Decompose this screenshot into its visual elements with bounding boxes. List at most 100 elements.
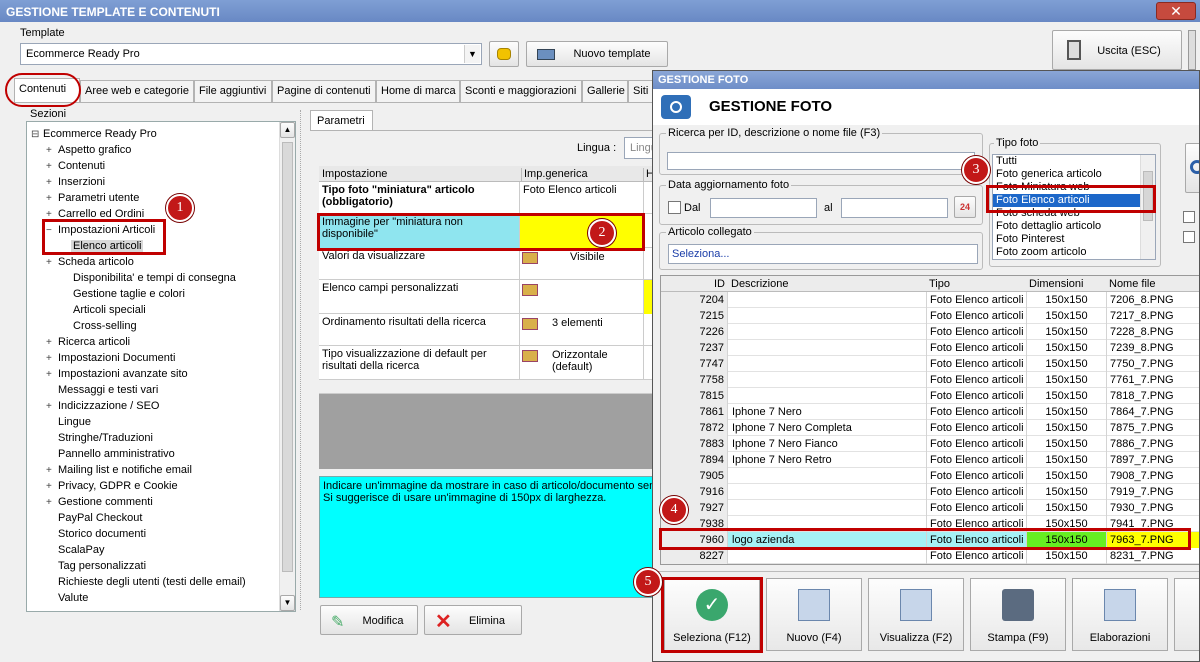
tab-2[interactable]: File aggiuntivi [194, 80, 272, 102]
foto-button-1[interactable]: Nuovo (F4) [766, 578, 862, 651]
sections-tree[interactable]: ⊟ Ecommerce Ready Pro + Aspetto grafico + Con… [26, 121, 296, 612]
tree-item[interactable]: ⊟ Ecommerce Ready Pro [31, 126, 279, 142]
template-combo[interactable]: Ecommerce Ready Pro ▼ [20, 43, 482, 65]
scroll-up-icon[interactable]: ▲ [280, 122, 295, 138]
param-row[interactable]: Ordinamento risultati della ricerca 3 ele… [319, 314, 655, 346]
scroll-down-icon[interactable]: ▼ [280, 595, 295, 611]
tab-4[interactable]: Home di marca [376, 80, 460, 102]
expand-icon[interactable]: + [46, 479, 56, 495]
param-value[interactable]: 3 elementi [519, 314, 643, 346]
foto-button-5[interactable]: Usc [1174, 578, 1199, 651]
tree-item[interactable]: ScalaPay [31, 542, 279, 558]
exit-button[interactable]: Uscita (ESC) [1052, 30, 1182, 70]
foto-row[interactable]: 7916 Foto Elenco articoli 150x150 7919_7.PN… [661, 484, 1199, 500]
tipo-item[interactable]: Foto dettaglio articolo [993, 220, 1141, 233]
param-value[interactable] [519, 280, 643, 314]
foto-row[interactable]: 7894 Iphone 7 Nero Retro Foto Elenco artic… [661, 452, 1199, 468]
foto-row[interactable]: 7758 Foto Elenco articoli 150x150 7761_7.PN… [661, 372, 1199, 388]
tree-item[interactable]: PayPal Checkout [31, 510, 279, 526]
date-from-input[interactable] [710, 198, 817, 218]
tipo-item[interactable]: Foto zoom articolo [993, 246, 1141, 259]
expand-icon[interactable]: + [46, 463, 56, 479]
param-row[interactable]: Tipo visualizzazione di default per risu… [319, 346, 655, 380]
tree-item[interactable]: Cross-selling [31, 318, 279, 334]
search-input[interactable] [667, 152, 975, 170]
tab-parametri[interactable]: Parametri [310, 110, 373, 131]
param-value[interactable]: Foto Elenco articoli [519, 182, 643, 214]
tree-item[interactable]: Messaggi e testi vari [31, 382, 279, 398]
template-db-button[interactable] [489, 41, 519, 67]
option-checkbox-2[interactable] [1183, 231, 1195, 243]
tree-item[interactable]: Richieste degli utenti (testi delle emai… [31, 574, 279, 590]
foto-row[interactable]: 7815 Foto Elenco articoli 150x150 7818_7.PN… [661, 388, 1199, 404]
articolo-select[interactable]: Seleziona... [668, 244, 978, 264]
param-value[interactable]: Visibile [519, 248, 643, 280]
expand-icon[interactable]: + [46, 367, 56, 383]
param-row[interactable]: Elenco campi personalizzati [319, 280, 655, 314]
param-row[interactable]: Tipo foto "miniatura" articolo (obbligat… [319, 182, 655, 214]
new-template-button[interactable]: Nuovo template [526, 41, 668, 67]
foto-row[interactable]: 7861 Iphone 7 Nero Foto Elenco articoli 150… [661, 404, 1199, 420]
splitter[interactable] [300, 110, 306, 610]
foto-button-4[interactable]: Elaborazioni [1072, 578, 1168, 651]
tipo-item[interactable]: Foto Pinterest [993, 233, 1141, 246]
foto-row[interactable]: 7883 Iphone 7 Nero Fianco Foto Elenco arti… [661, 436, 1199, 452]
collapse-icon[interactable]: ⊟ [31, 127, 41, 143]
close-button[interactable]: ✕ [1156, 2, 1196, 20]
expand-icon[interactable]: + [46, 255, 56, 271]
foto-row[interactable]: 7226 Foto Elenco articoli 150x150 7228_8.PN… [661, 324, 1199, 340]
tab-6[interactable]: Gallerie [582, 80, 628, 102]
foto-row[interactable]: 7237 Foto Elenco articoli 150x150 7239_8.PN… [661, 340, 1199, 356]
param-row[interactable]: Valori da visualizzare Visibile [319, 248, 655, 280]
tree-item[interactable]: + Mailing list e notifiche email [31, 462, 279, 478]
tree-item[interactable]: Storico documenti [31, 526, 279, 542]
tab-7[interactable]: Siti [628, 80, 654, 102]
foto-row[interactable]: 7927 Foto Elenco articoli 150x150 7930_7.PN… [661, 500, 1199, 516]
expand-icon[interactable]: + [46, 351, 56, 367]
tree-item[interactable]: Articoli speciali [31, 302, 279, 318]
tipo-item[interactable]: Tutti [993, 155, 1141, 168]
expand-icon[interactable]: + [46, 495, 56, 511]
tree-item[interactable]: + Impostazioni Documenti [31, 350, 279, 366]
tree-item[interactable]: Disponibilita' e tempi di consegna [31, 270, 279, 286]
foto-row[interactable]: 8227 Foto Elenco articoli 150x150 8231_7.PN… [661, 548, 1199, 564]
date-to-input[interactable] [841, 198, 948, 218]
tree-item[interactable]: + Parametri utente [31, 190, 279, 206]
tab-1[interactable]: Aree web e categorie [80, 80, 194, 102]
foto-button-3[interactable]: Stampa (F9) [970, 578, 1066, 651]
tree-item[interactable]: + Scheda articolo [31, 254, 279, 270]
modify-button[interactable]: ✎ Modifica [320, 605, 418, 635]
dal-checkbox[interactable] [668, 201, 681, 214]
chevron-down-icon[interactable]: ▼ [464, 45, 480, 63]
tree-item[interactable]: Gestione taglie e colori [31, 286, 279, 302]
foto-row[interactable]: 7215 Foto Elenco articoli 150x150 7217_8.PN… [661, 308, 1199, 324]
tree-item[interactable]: + Aspetto grafico [31, 142, 279, 158]
tree-item[interactable]: + Impostazioni avanzate sito [31, 366, 279, 382]
tab-5[interactable]: Sconti e maggiorazioni [460, 80, 582, 102]
expand-icon[interactable]: + [46, 335, 56, 351]
calendar-icon[interactable]: 24 [954, 196, 976, 218]
expand-icon[interactable]: + [46, 143, 56, 159]
foto-grid[interactable]: ID Descrizione Tipo Dimensioni Nome file… [660, 275, 1199, 565]
tree-item[interactable]: + Ricerca articoli [31, 334, 279, 350]
foto-row[interactable]: 7905 Foto Elenco articoli 150x150 7908_7.PN… [661, 468, 1199, 484]
option-checkbox-1[interactable] [1183, 211, 1195, 223]
delete-button[interactable]: ✕ Elimina [424, 605, 522, 635]
tree-item[interactable]: + Indicizzazione / SEO [31, 398, 279, 414]
scroll-thumb[interactable] [282, 142, 293, 572]
tree-item[interactable]: Pannello amministrativo [31, 446, 279, 462]
expand-icon[interactable]: + [46, 399, 56, 415]
search-button[interactable] [1185, 143, 1199, 193]
foto-row[interactable]: 7204 Foto Elenco articoli 150x150 7206_8.PN… [661, 292, 1199, 308]
tab-3[interactable]: Pagine di contenuti [272, 80, 376, 102]
tree-item[interactable]: Valute [31, 590, 279, 606]
tipo-item[interactable]: Foto generica articolo [993, 168, 1141, 181]
tree-item[interactable]: + Privacy, GDPR e Cookie [31, 478, 279, 494]
expand-icon[interactable]: + [46, 175, 56, 191]
tree-item[interactable]: Stringhe/Traduzioni [31, 430, 279, 446]
tree-scrollbar[interactable]: ▲ ▼ [279, 122, 295, 611]
tree-item[interactable]: Tag personalizzati [31, 558, 279, 574]
expand-icon[interactable]: + [46, 159, 56, 175]
foto-button-2[interactable]: Visualizza (F2) [868, 578, 964, 651]
tree-item[interactable]: Lingue [31, 414, 279, 430]
